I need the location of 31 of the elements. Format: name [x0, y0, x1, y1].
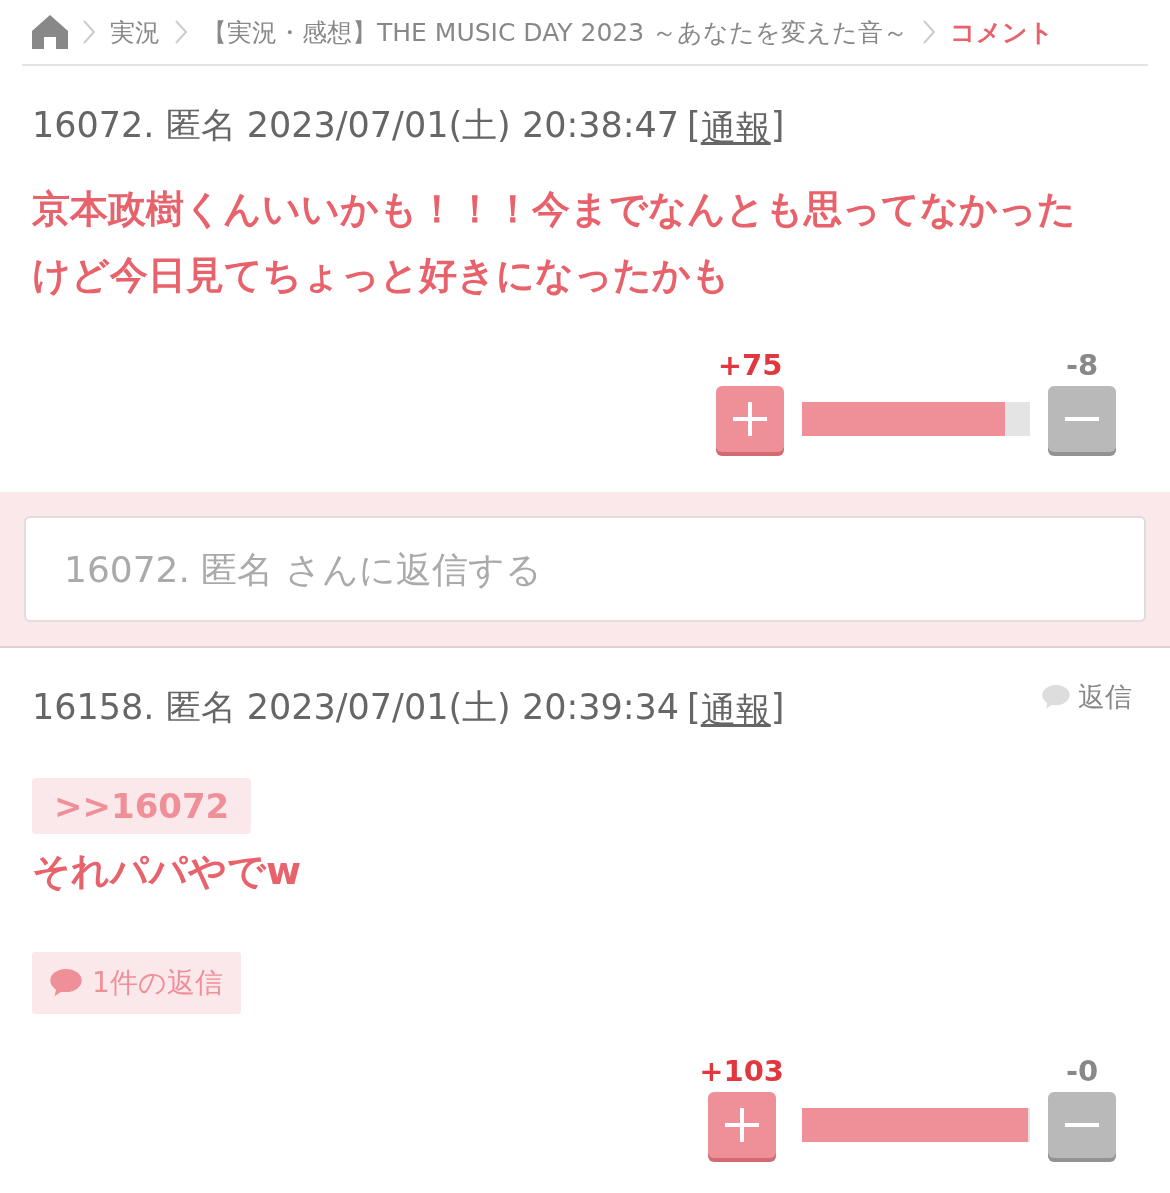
home-icon[interactable]: [32, 15, 68, 49]
minus-icon: [1065, 417, 1099, 421]
report-link[interactable]: 通報: [700, 105, 771, 152]
comment-text: 京本政樹くんいいかも！！！今までなんとも思ってなかったけど今日見てちょっと好きになったかも: [32, 186, 1077, 299]
comment-meta: 16072. 匿名 2023/07/01(土) 20:38:47: [32, 104, 680, 147]
report-link[interactable]: 通報: [700, 687, 771, 734]
bracket: ]: [770, 105, 785, 147]
minus-icon: [1065, 1123, 1099, 1127]
comment-text: それパパやでw: [32, 848, 303, 895]
anchor-link[interactable]: >>16072: [32, 778, 252, 834]
minus-count: -0: [1065, 1054, 1099, 1088]
bracket: ]: [770, 687, 785, 729]
speech-bubble-icon: [50, 969, 82, 997]
comment-meta: 16158. 匿名 2023/07/01(土) 20:39:34: [32, 686, 680, 729]
breadcrumb-link[interactable]: コメント: [950, 15, 1055, 49]
replies-button[interactable]: 1件の返信: [32, 952, 241, 1014]
chevron-icon: [174, 19, 188, 45]
minus-count: -8: [1065, 348, 1099, 382]
chevron-icon: [82, 19, 96, 45]
breadcrumb-link[interactable]: 実況: [110, 15, 160, 49]
bracket: [: [687, 105, 701, 147]
bracket: [: [687, 687, 701, 729]
chevron-icon: [922, 19, 937, 45]
plus-count: +75: [717, 348, 783, 382]
plus-count: +103: [699, 1054, 784, 1088]
reply-input-field[interactable]: 16072. 匿名 さんに返信する: [24, 516, 1146, 622]
speech-bubble-icon: [1042, 685, 1070, 709]
plus-icon: [724, 1108, 759, 1142]
plus-icon: [733, 402, 767, 436]
breadcrumb-link[interactable]: 【実況・感想】THE MUSIC DAY 2023 ～あなたを変えた音～: [202, 15, 909, 49]
reply-button[interactable]: 返信: [1036, 678, 1138, 716]
